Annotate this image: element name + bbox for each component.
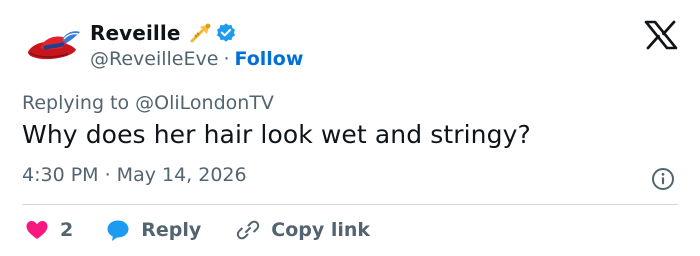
replying-to-handle[interactable]: @OliLondonTV (135, 92, 274, 114)
embedded-tweet-card: Reveille @ReveilleEve · Follow Replying … (0, 0, 700, 256)
like-count: 2 (60, 219, 74, 241)
separator-dot: · (223, 48, 230, 70)
author-display-name[interactable]: Reveille (90, 21, 181, 45)
like-button[interactable]: 2 (24, 217, 73, 243)
x-logo-icon[interactable] (644, 20, 678, 50)
reply-label: Reply (141, 219, 202, 241)
replying-to-line: Replying to @OliLondonTV (22, 92, 274, 114)
trumpet-icon (189, 21, 213, 45)
author-handle-row: @ReveilleEve · Follow (90, 45, 303, 73)
avatar[interactable] (22, 22, 82, 70)
reply-bubble-icon (105, 217, 131, 243)
follow-button[interactable]: Follow (234, 48, 303, 70)
author-name-row: Reveille (90, 18, 237, 48)
link-icon (235, 217, 261, 243)
tweet-actions-bar: 2 Reply Copy link (24, 214, 370, 246)
replying-prefix: Replying to (22, 92, 130, 114)
info-icon[interactable] (651, 167, 675, 191)
tweet-text: Why does her hair look wet and stringy? (22, 120, 531, 149)
hat-avatar-icon (28, 31, 80, 60)
heart-icon (24, 217, 50, 243)
tweet-timestamp[interactable]: 4:30 PM · May 14, 2026 (22, 164, 247, 186)
reply-button[interactable]: Reply (105, 217, 201, 243)
author-handle[interactable]: @ReveilleEve (90, 48, 218, 70)
copy-link-label: Copy link (271, 219, 371, 241)
copy-link-button[interactable]: Copy link (235, 217, 370, 243)
divider (22, 204, 678, 205)
verified-badge-icon (215, 22, 237, 44)
